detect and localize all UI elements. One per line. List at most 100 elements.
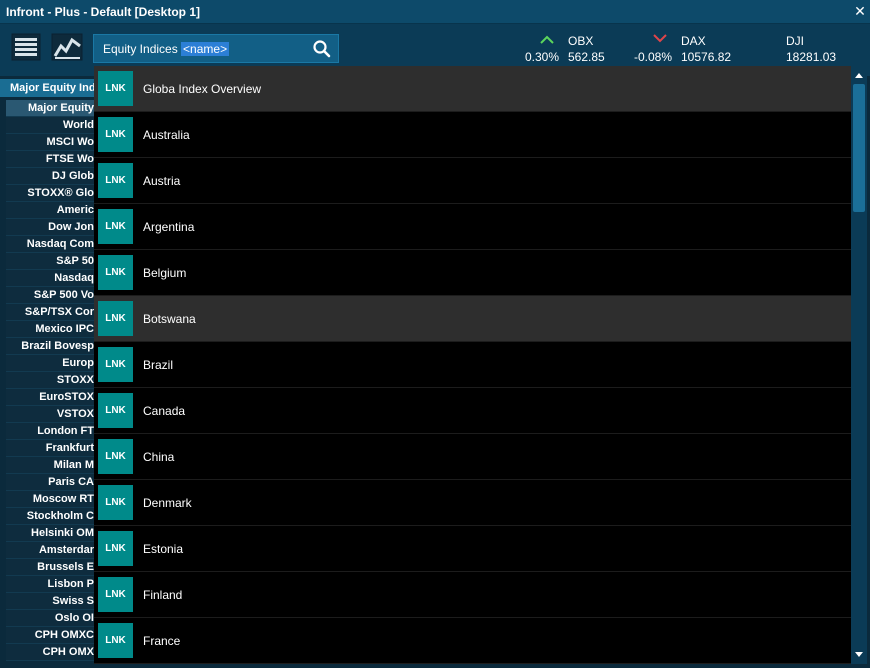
link-badge: LNK xyxy=(98,531,133,566)
list-item[interactable]: MSCI Wo xyxy=(6,134,96,151)
dropdown-item[interactable]: LNK Belgium xyxy=(94,250,851,296)
search-prefix: Equity Indices xyxy=(103,42,182,56)
list-item[interactable]: Europ xyxy=(6,355,96,372)
list-item[interactable]: EuroSTOX xyxy=(6,389,96,406)
ticker-dax[interactable]: DAX -0.08% 10576.82 xyxy=(634,34,744,68)
arrow-up-icon xyxy=(540,35,554,44)
list-item[interactable]: FTSE Wo xyxy=(6,151,96,168)
link-badge: LNK xyxy=(98,163,133,198)
search-selection: <name> xyxy=(181,42,230,56)
list-item[interactable]: STOXX® Glo xyxy=(6,185,96,202)
search-icon[interactable] xyxy=(312,39,332,59)
panel-header[interactable]: Major Equity Ind xyxy=(0,79,96,97)
dropdown-item[interactable]: LNK Finland xyxy=(94,572,851,618)
dropdown-item-label: Botswana xyxy=(143,312,196,326)
list-item[interactable]: S&P 500 Vo xyxy=(6,287,96,304)
scroll-down-icon[interactable] xyxy=(851,648,867,662)
link-badge: LNK xyxy=(98,71,133,106)
dropdown-item-label: Austria xyxy=(143,174,181,188)
list-item[interactable]: STOXX xyxy=(6,372,96,389)
dropdown-item[interactable]: LNK Brazil xyxy=(94,342,851,388)
list-item[interactable]: Nasdaq Com xyxy=(6,236,96,253)
dropdown-item[interactable]: LNK Botswana xyxy=(94,296,851,342)
dropdown-item-label: Globa Index Overview xyxy=(143,82,262,96)
search-text[interactable]: Equity Indices <name> xyxy=(103,42,230,56)
dropdown-item[interactable]: LNK China xyxy=(94,434,851,480)
dropdown-item-label: France xyxy=(143,634,181,648)
list-item[interactable]: Americ xyxy=(6,202,96,219)
list-item[interactable]: Frankfurt xyxy=(6,440,96,457)
chart-view-icon[interactable] xyxy=(50,32,84,62)
list-item[interactable]: Nasdaq xyxy=(6,270,96,287)
dropdown-item[interactable]: LNK Denmark xyxy=(94,480,851,526)
list-item[interactable]: Amsterdar xyxy=(6,542,96,559)
dropdown-item-label: Finland xyxy=(143,588,183,602)
link-badge: LNK xyxy=(98,485,133,520)
dropdown-item-label: Canada xyxy=(143,404,186,418)
list-view-icon[interactable] xyxy=(10,32,44,62)
list-item[interactable]: Major Equity xyxy=(6,100,96,117)
ticker-value: 562.85 xyxy=(568,50,605,64)
scroll-up-icon[interactable] xyxy=(851,68,867,82)
dropdown-item[interactable]: LNK Estonia xyxy=(94,526,851,572)
list-item[interactable]: CPH OMX xyxy=(6,644,96,661)
dropdown-item[interactable]: LNK Canada xyxy=(94,388,851,434)
dropdown-item-label: Denmark xyxy=(143,496,192,510)
link-badge: LNK xyxy=(98,301,133,336)
ticker-change: -0.08% xyxy=(634,50,673,64)
link-badge: LNK xyxy=(98,439,133,474)
dropdown-item[interactable]: LNK Globa Index Overview xyxy=(94,66,851,112)
link-badge: LNK xyxy=(98,347,133,382)
list-item[interactable]: Brazil Bovesp xyxy=(6,338,96,355)
dropdown-item[interactable]: LNK Australia xyxy=(94,112,851,158)
list-item[interactable]: Oslo OI xyxy=(6,610,96,627)
dropdown-scrollbar[interactable] xyxy=(851,66,867,664)
ticker-value: 18281.03 xyxy=(786,50,837,64)
list-item[interactable]: CPH OMXC xyxy=(6,627,96,644)
index-list: Major Equity World MSCI Wo FTSE Wo DJ Glob ST… xyxy=(6,100,96,661)
list-item[interactable]: S&P 50 xyxy=(6,253,96,270)
search-dropdown: LNK Globa Index Overview LNK Australia LNK Au… xyxy=(94,66,851,664)
link-badge: LNK xyxy=(98,393,133,428)
list-item[interactable]: DJ Glob xyxy=(6,168,96,185)
scrollbar-thumb[interactable] xyxy=(853,84,865,212)
ticker-value: 10576.82 xyxy=(681,50,732,64)
ticker-name: DAX xyxy=(681,34,706,48)
list-item[interactable]: Stockholm C xyxy=(6,508,96,525)
dropdown-item[interactable]: LNK France xyxy=(94,618,851,664)
dropdown-item-label: China xyxy=(143,450,175,464)
list-item[interactable]: London FT xyxy=(6,423,96,440)
ticker-obx[interactable]: OBX 0.30% 562.85 xyxy=(525,34,615,68)
ticker-name: DJI xyxy=(786,34,804,48)
link-badge: LNK xyxy=(98,623,133,658)
dropdown-item-label: Belgium xyxy=(143,266,187,280)
list-item[interactable]: S&P/TSX Cor xyxy=(6,304,96,321)
list-item[interactable]: Lisbon P xyxy=(6,576,96,593)
ticker-change: 0.30% xyxy=(525,50,560,64)
window-title: Infront - Plus - Default [Desktop 1] xyxy=(6,5,201,19)
list-item[interactable]: Dow Jon xyxy=(6,219,96,236)
list-item[interactable]: VSTOX xyxy=(6,406,96,423)
list-item[interactable]: World xyxy=(6,117,96,134)
list-item[interactable]: Brussels E xyxy=(6,559,96,576)
left-panel: Major Equity Ind Major Equity World MSCI W… xyxy=(0,76,96,668)
list-item[interactable]: Moscow RT xyxy=(6,491,96,508)
app-window: Infront - Plus - Default [Desktop 1] ✕ E… xyxy=(0,0,870,668)
list-item[interactable]: Helsinki OM xyxy=(6,525,96,542)
close-icon[interactable]: ✕ xyxy=(852,3,868,19)
title-bar: Infront - Plus - Default [Desktop 1] ✕ xyxy=(0,0,870,24)
dropdown-item-label: Argentina xyxy=(143,220,195,234)
list-item[interactable]: Milan M xyxy=(6,457,96,474)
dropdown-item[interactable]: LNK Argentina xyxy=(94,204,851,250)
link-badge: LNK xyxy=(98,209,133,244)
search-input[interactable]: Equity Indices <name> xyxy=(93,34,339,63)
dropdown-item-label: Brazil xyxy=(143,358,174,372)
dropdown-item[interactable]: LNK Austria xyxy=(94,158,851,204)
list-item[interactable]: Swiss S xyxy=(6,593,96,610)
ticker-name: OBX xyxy=(568,34,594,48)
list-item[interactable]: Mexico IPC xyxy=(6,321,96,338)
dropdown-item-label: Estonia xyxy=(143,542,184,556)
ticker-dji[interactable]: DJI 18281.03 xyxy=(786,34,856,68)
link-badge: LNK xyxy=(98,255,133,290)
list-item[interactable]: Paris CA xyxy=(6,474,96,491)
